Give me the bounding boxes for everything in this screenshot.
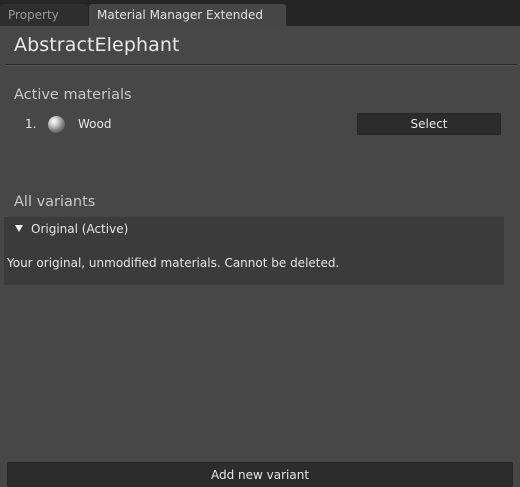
variant-description: Your original, unmodified materials. Can… <box>7 256 340 270</box>
variant-name: Original (Active) <box>31 222 129 236</box>
add-new-variant-button[interactable]: Add new variant <box>7 462 513 487</box>
active-materials-heading: Active materials <box>14 87 132 103</box>
object-title: AbstractElephant <box>14 34 180 56</box>
expand-triangle-icon[interactable] <box>15 225 23 232</box>
tab-property[interactable]: Property <box>0 4 88 26</box>
variant-header[interactable]: Original (Active) <box>4 217 504 241</box>
tab-bar: Property Material Manager Extended <box>0 0 520 26</box>
material-manager-panel: AbstractElephant Active materials 1. Woo… <box>0 26 520 487</box>
material-index: 1. <box>25 117 37 131</box>
material-name: Wood <box>78 117 112 131</box>
tab-material-manager-extended[interactable]: Material Manager Extended <box>89 4 286 26</box>
material-sphere-icon <box>48 116 65 133</box>
variant-item: Original (Active) Your original, unmodif… <box>4 217 504 285</box>
title-divider <box>5 64 517 66</box>
all-variants-heading: All variants <box>14 194 96 210</box>
select-material-button[interactable]: Select <box>357 113 501 135</box>
